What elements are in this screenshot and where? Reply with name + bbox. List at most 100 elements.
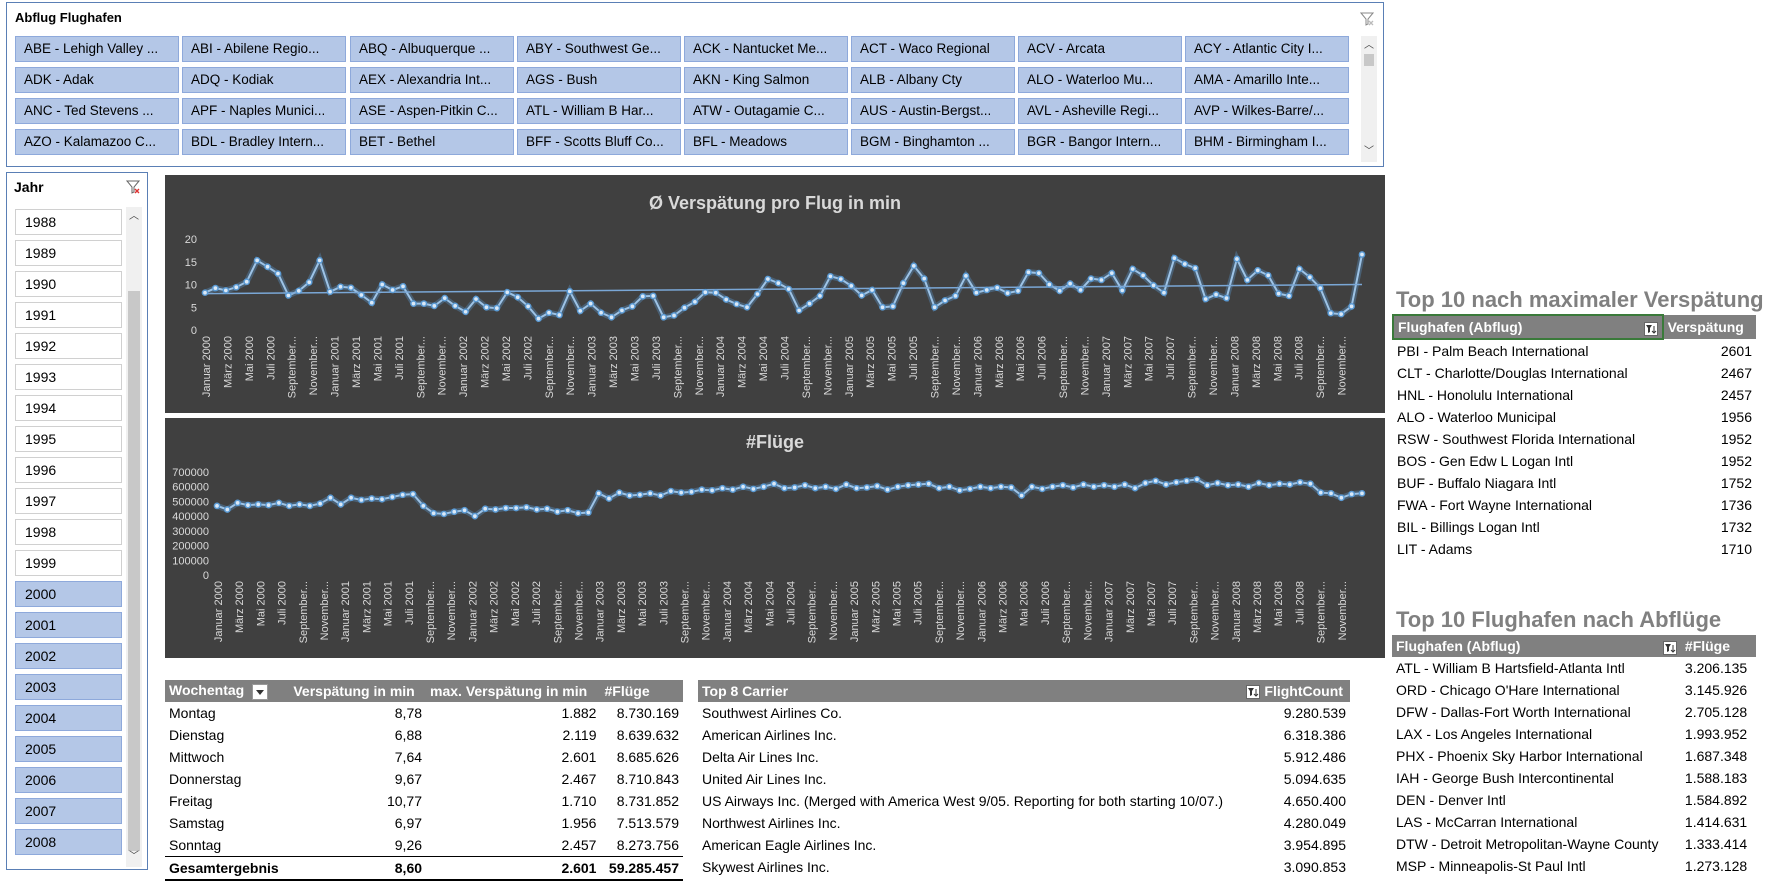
table-cell: 1.588.183: [1684, 770, 1748, 786]
year-item[interactable]: 2002: [15, 643, 122, 669]
airport-chip[interactable]: AVP - Wilkes-Barre/...: [1185, 98, 1349, 124]
data-point: [822, 483, 829, 491]
year-item[interactable]: 1988: [15, 209, 122, 235]
airport-chip[interactable]: AEX - Alexandria Int...: [350, 67, 514, 93]
data-point: [461, 506, 468, 514]
airport-chip[interactable]: ACK - Nantucket Me...: [684, 36, 848, 62]
airport-chip[interactable]: AUS - Austin-Bergst...: [851, 98, 1015, 124]
airport-chip[interactable]: ANC - Ted Stevens ...: [15, 98, 179, 124]
data-point: [1338, 494, 1345, 502]
airport-chip[interactable]: AZO - Kalamazoo C...: [15, 129, 179, 155]
data-point: [1327, 489, 1335, 497]
airport-chip[interactable]: BFL - Meadows: [684, 129, 848, 155]
table-cell: 8.639.632: [616, 727, 679, 743]
col-header-weekday[interactable]: Wochentag: [165, 680, 290, 702]
year-item[interactable]: 1991: [15, 302, 122, 328]
airport-chip[interactable]: AMA - Amarillo Inte...: [1185, 67, 1349, 93]
year-item[interactable]: 1996: [15, 457, 122, 483]
airport-chip[interactable]: ACY - Atlantic City I...: [1185, 36, 1349, 62]
year-item[interactable]: 1994: [15, 395, 122, 421]
data-point: [853, 484, 860, 492]
table-cell: 1.993.952: [1684, 726, 1748, 742]
airport-slicer-scrollbar[interactable]: ︿ ﹀: [1361, 36, 1377, 162]
data-point: [605, 495, 613, 502]
year-item[interactable]: 2004: [15, 705, 122, 731]
x-tick-label: Mai 2006: [1015, 336, 1027, 381]
year-item[interactable]: 1995: [15, 426, 122, 452]
year-slicer-scrollbar[interactable]: ︿ ﹀: [126, 207, 142, 867]
data-point: [884, 486, 891, 494]
data-point: [399, 491, 407, 499]
scroll-up-icon[interactable]: ︿: [127, 211, 141, 223]
year-item[interactable]: 1999: [15, 550, 122, 576]
airport-chip[interactable]: ALO - Waterloo Mu...: [1018, 67, 1182, 93]
airport-chip[interactable]: BET - Bethel: [350, 129, 514, 155]
col-header-airport[interactable]: Flughafen (Abflug): [1392, 314, 1664, 340]
airport-chip[interactable]: ATW - Outagamie C...: [684, 98, 848, 124]
data-point: [952, 292, 959, 300]
airport-chip[interactable]: BGR - Bangor Intern...: [1018, 129, 1182, 155]
year-item[interactable]: 2005: [15, 736, 122, 762]
x-tick-label: November...: [1079, 336, 1091, 395]
year-item[interactable]: 2001: [15, 612, 122, 638]
airport-chip[interactable]: APF - Naples Munici...: [182, 98, 346, 124]
year-item[interactable]: 2007: [15, 798, 122, 824]
airport-chip[interactable]: ACT - Waco Regional: [851, 36, 1015, 62]
airport-chip[interactable]: ASE - Aspen-Pitkin C...: [350, 98, 514, 124]
airport-chip[interactable]: ADQ - Kodiak: [182, 67, 346, 93]
airport-chip[interactable]: AGS - Bush: [517, 67, 681, 93]
table-cell: PBI - Palm Beach International: [1397, 343, 1589, 359]
col-header-airport[interactable]: Flughafen (Abflug): [1392, 635, 1681, 657]
year-item[interactable]: 1990: [15, 271, 122, 297]
table-cell: 3.206.135: [1684, 660, 1748, 676]
scroll-thumb[interactable]: [128, 291, 140, 851]
clear-filter-icon[interactable]: [126, 180, 140, 194]
scroll-up-icon[interactable]: ︿: [1362, 40, 1376, 52]
airport-chip[interactable]: ALB - Albany Cty: [851, 67, 1015, 93]
table-cell: FWA - Fort Wayne International: [1397, 497, 1593, 513]
airport-chip[interactable]: ABY - Southwest Ge...: [517, 36, 681, 62]
airport-chip[interactable]: AKN - King Salmon: [684, 67, 848, 93]
x-tick-label: November...: [701, 581, 713, 640]
clear-filter-icon[interactable]: [1360, 12, 1374, 26]
year-item[interactable]: 1997: [15, 488, 122, 514]
data-point: [1171, 254, 1178, 262]
dropdown-filter-icon[interactable]: [252, 683, 269, 700]
year-item[interactable]: 1998: [15, 519, 122, 545]
col-header-flightcount[interactable]: FlightCount: [1242, 680, 1350, 702]
table-cell: DEN - Denver Intl: [1396, 792, 1506, 808]
data-point: [1150, 282, 1157, 289]
scroll-thumb[interactable]: [1364, 54, 1374, 66]
year-item[interactable]: 2003: [15, 674, 122, 700]
scroll-down-icon[interactable]: ﹀: [127, 851, 141, 863]
data-point: [512, 504, 520, 512]
airport-chip[interactable]: BGM - Binghamton ...: [851, 129, 1015, 155]
year-item[interactable]: 1993: [15, 364, 122, 390]
table-cell: 1.414.631: [1684, 814, 1748, 830]
airport-chip[interactable]: ATL - William B Har...: [517, 98, 681, 124]
filter-icon[interactable]: [1643, 321, 1658, 336]
x-tick-label: Juli 2001: [394, 336, 406, 380]
filter-icon[interactable]: [1662, 640, 1677, 655]
year-item[interactable]: 2008: [15, 829, 122, 855]
year-item[interactable]: 2006: [15, 767, 122, 793]
airport-chip[interactable]: ABE - Lehigh Valley ...: [15, 36, 179, 62]
data-point: [785, 285, 793, 293]
year-item[interactable]: 2000: [15, 581, 122, 607]
year-item[interactable]: 1992: [15, 333, 122, 359]
scroll-down-icon[interactable]: ﹀: [1362, 146, 1376, 158]
table-cell: 8.685.626: [616, 749, 679, 765]
airport-chip[interactable]: ABQ - Albuquerque ...: [350, 36, 514, 62]
airport-chip[interactable]: ADK - Adak: [15, 67, 179, 93]
airport-chip[interactable]: BHM - Birmingham I...: [1185, 129, 1349, 155]
airport-chip[interactable]: BFF - Scotts Bluff Co...: [517, 129, 681, 155]
year-item[interactable]: 1989: [15, 240, 122, 266]
x-tick-label: März 2001: [361, 581, 373, 633]
airport-chip[interactable]: ACV - Arcata: [1018, 36, 1182, 62]
airport-chip[interactable]: ABI - Abilene Regio...: [182, 36, 346, 62]
table-cell: 9,67: [394, 771, 423, 787]
airport-chip[interactable]: AVL - Asheville Regi...: [1018, 98, 1182, 124]
filter-icon[interactable]: [1246, 685, 1261, 700]
table-cell: 1.956: [561, 815, 597, 831]
airport-chip[interactable]: BDL - Bradley Intern...: [182, 129, 346, 155]
